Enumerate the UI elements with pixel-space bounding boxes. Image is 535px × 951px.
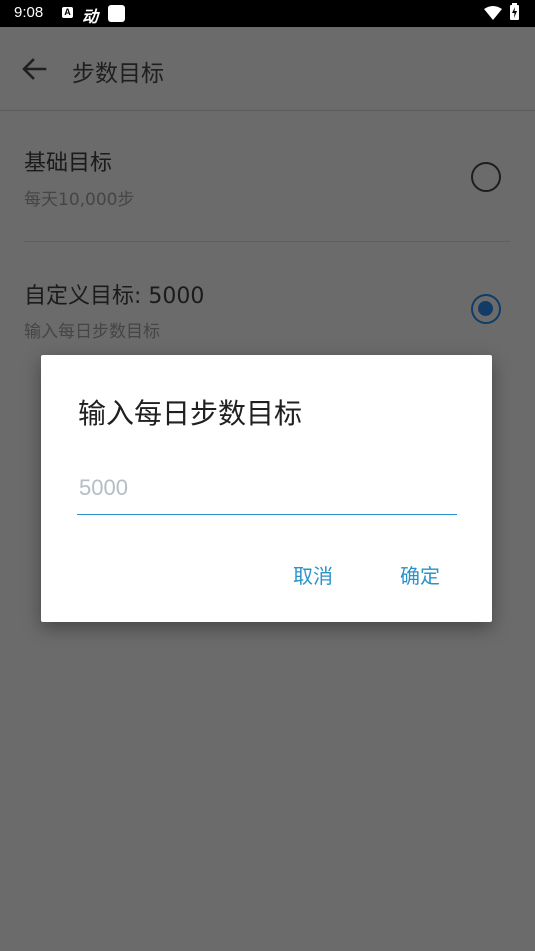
divider [24, 241, 510, 242]
dialog-title: 输入每日步数目标 [78, 397, 303, 430]
status-time: 9:08 [14, 4, 44, 21]
page-title: 步数目标 [72, 61, 164, 87]
ok-button[interactable]: 确定 [400, 560, 440, 589]
status-bar: 9:08 A 动 [0, 0, 535, 27]
radio-button-unselected[interactable] [471, 162, 501, 192]
goal-input-dialog: 输入每日步数目标 取消 确定 [41, 355, 492, 622]
option-subtitle: 每天10,000步 [24, 190, 135, 210]
top-app-bar: 步数目标 [0, 27, 535, 111]
app-icon: 动 [82, 7, 99, 26]
wifi-icon [484, 6, 502, 20]
battery-icon [510, 3, 519, 20]
option-title: 基础目标 [24, 151, 113, 176]
arrow-back-icon[interactable] [20, 55, 48, 83]
step-goal-input[interactable] [77, 471, 457, 515]
radio-button-selected[interactable] [471, 294, 501, 324]
option-basic-goal[interactable]: 基础目标 每天10,000步 [0, 131, 535, 241]
cancel-button[interactable]: 取消 [293, 560, 333, 589]
option-subtitle: 输入每日步数目标 [24, 322, 160, 342]
option-title: 自定义目标: 5000 [24, 284, 205, 309]
a-notification-icon: A [62, 7, 73, 18]
square-icon [108, 5, 125, 22]
